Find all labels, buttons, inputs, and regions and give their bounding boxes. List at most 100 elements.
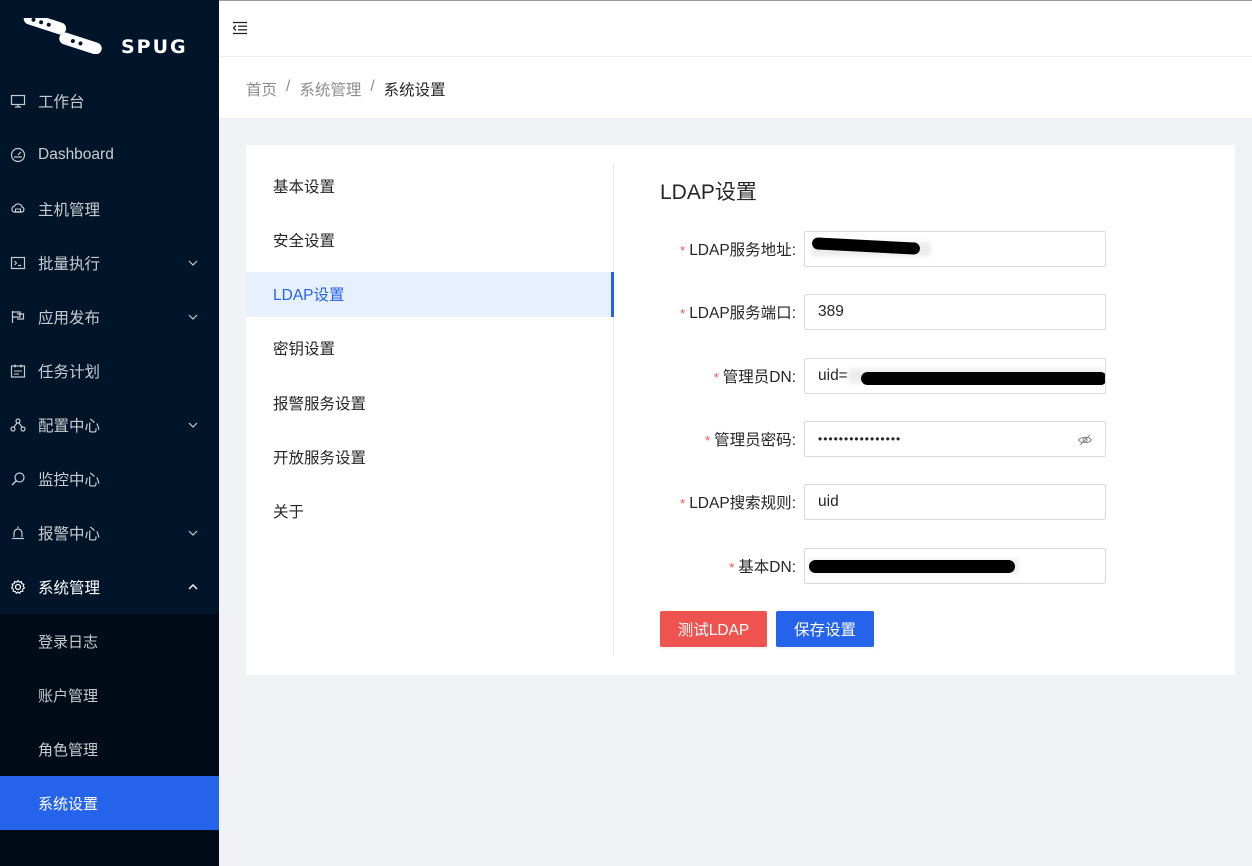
form-label: * 管理员DN: xyxy=(713,369,796,386)
chevron-down-icon xyxy=(188,260,198,266)
sidebar-item-batch-exec[interactable]: 批量执行 xyxy=(0,236,219,290)
settings-card: 基本设置 安全设置 LDAP设置 密钥设置 报警服务设置 开放服务设置 关于 L… xyxy=(246,145,1235,675)
tab-open-service[interactable]: 开放服务设置 xyxy=(246,434,613,479)
form-label: * LDAP服务地址: xyxy=(680,242,796,259)
form-label: * 基本DN: xyxy=(729,559,796,576)
required-mark: * xyxy=(729,560,735,575)
submenu-item-login-log[interactable]: 登录日志 xyxy=(0,614,219,668)
monitor-icon xyxy=(9,470,27,488)
sidebar-item-schedule[interactable]: 任务计划 xyxy=(0,344,219,398)
test-ldap-button[interactable]: 测试LDAP xyxy=(660,611,767,647)
breadcrumb-separator: / xyxy=(370,78,375,95)
app-logo[interactable]: SPUG xyxy=(0,0,219,74)
required-mark: * xyxy=(680,306,686,321)
sidebar-item-label: 任务计划 xyxy=(38,364,101,381)
system-submenu: 登录日志 账户管理 角色管理 系统设置 xyxy=(0,614,219,830)
label-text: 基本DN xyxy=(738,559,792,576)
top-header xyxy=(219,0,1252,56)
alert-icon xyxy=(9,524,27,542)
label-text: LDAP服务地址 xyxy=(689,242,792,259)
breadcrumb-bar: 首页 / 系统管理 / 系统设置 xyxy=(219,56,1252,118)
breadcrumb: 首页 / 系统管理 / 系统设置 xyxy=(246,78,446,100)
form-row-admin-dn: * 管理员DN: uid= xyxy=(626,358,1112,394)
settings-tabs: 基本设置 安全设置 LDAP设置 密钥设置 报警服务设置 开放服务设置 关于 xyxy=(246,163,614,656)
deployment-unit-icon xyxy=(9,416,27,434)
save-settings-button[interactable]: 保存设置 xyxy=(776,611,874,647)
sidebar-item-alarm[interactable]: 报警中心 xyxy=(0,506,219,560)
admin-dn-prefix: uid= xyxy=(818,367,848,384)
ldap-server-input[interactable] xyxy=(804,231,1106,267)
required-mark: * xyxy=(680,496,686,511)
tab-alarm-service[interactable]: 报警服务设置 xyxy=(246,380,613,425)
sidebar-item-label: 报警中心 xyxy=(38,526,101,543)
form-label: * LDAP服务端口: xyxy=(680,305,796,322)
label-text: LDAP服务端口 xyxy=(689,305,792,322)
tab-basic[interactable]: 基本设置 xyxy=(246,163,613,208)
sidebar-item-label: Dashboard xyxy=(38,146,114,163)
logo-text: SPUG xyxy=(121,36,188,58)
sidebar-item-label: 系统管理 xyxy=(38,580,101,597)
label-text: 管理员DN xyxy=(722,369,792,386)
tab-security[interactable]: 安全设置 xyxy=(246,217,613,262)
form-label: * 管理员密码: xyxy=(705,432,796,449)
form-row-admin-password: * 管理员密码: •••••••••••••••• xyxy=(626,421,1112,457)
flag-icon xyxy=(9,308,27,326)
form-row-ldap-port: * LDAP服务端口: xyxy=(626,294,1112,330)
spug-logo-icon xyxy=(23,18,102,54)
breadcrumb-item-system[interactable]: 系统管理 xyxy=(299,78,361,100)
menu-fold-icon[interactable] xyxy=(232,20,248,36)
submenu-item-accounts[interactable]: 账户管理 xyxy=(0,668,219,722)
desktop-icon xyxy=(9,92,27,110)
redacted-value xyxy=(861,372,1105,385)
chevron-down-icon xyxy=(188,422,198,428)
label-text: 管理员密码 xyxy=(714,432,792,449)
sidebar-item-deploy[interactable]: 应用发布 xyxy=(0,290,219,344)
base-dn-input[interactable] xyxy=(804,548,1106,584)
form-row-search-rule: * LDAP搜索规则: xyxy=(626,484,1112,520)
chevron-down-icon xyxy=(188,314,198,320)
form-row-base-dn: * 基本DN: xyxy=(626,548,1112,584)
chevron-up-icon xyxy=(188,584,198,590)
sidebar-item-hosts[interactable]: 主机管理 xyxy=(0,182,219,236)
sidebar-item-config[interactable]: 配置中心 xyxy=(0,398,219,452)
password-mask: •••••••••••••••• xyxy=(818,432,902,446)
tab-about[interactable]: 关于 xyxy=(246,489,613,534)
sidebar-item-monitor[interactable]: 监控中心 xyxy=(0,452,219,506)
tab-ldap[interactable]: LDAP设置 xyxy=(246,271,614,317)
submenu-item-settings[interactable]: 系统设置 xyxy=(0,776,219,830)
ldap-port-field[interactable] xyxy=(818,303,1092,321)
submenu-item-roles[interactable]: 角色管理 xyxy=(0,722,219,776)
search-rule-input[interactable] xyxy=(804,484,1106,520)
code-icon xyxy=(9,254,27,272)
ldap-port-input[interactable] xyxy=(804,294,1106,330)
form-label: * LDAP搜索规则: xyxy=(680,495,796,512)
schedule-icon xyxy=(9,362,27,380)
breadcrumb-item-home[interactable]: 首页 xyxy=(246,78,277,100)
eye-invisible-icon[interactable] xyxy=(1077,432,1093,448)
sidebar-item-workbench[interactable]: 工作台 xyxy=(0,74,219,128)
sidebar-item-label: 工作台 xyxy=(38,94,85,111)
breadcrumb-item-current: 系统设置 xyxy=(383,82,446,99)
required-mark: * xyxy=(680,243,686,258)
form-row-ldap-server: * LDAP服务地址: xyxy=(626,231,1112,267)
search-rule-field[interactable] xyxy=(818,493,1092,511)
sidebar: SPUG 工作台 Dashboard 主机管理 批量执行 应用发布 任务计划 配… xyxy=(0,0,219,866)
sidebar-item-label: 监控中心 xyxy=(38,472,101,489)
cloud-server-icon xyxy=(9,200,27,218)
tab-keys[interactable]: 密钥设置 xyxy=(246,326,613,371)
sidebar-item-system[interactable]: 系统管理 xyxy=(0,560,219,614)
admin-dn-input[interactable]: uid= xyxy=(804,358,1106,394)
admin-password-input[interactable]: •••••••••••••••• xyxy=(804,421,1106,457)
redacted-value xyxy=(809,560,1015,573)
dashboard-icon xyxy=(9,146,27,164)
chevron-down-icon xyxy=(188,530,198,536)
setting-icon xyxy=(9,578,27,596)
label-text: LDAP搜索规则 xyxy=(689,495,792,512)
sidebar-item-dashboard[interactable]: Dashboard xyxy=(0,128,219,182)
sidebar-item-label: 应用发布 xyxy=(38,310,101,327)
sidebar-item-label: 配置中心 xyxy=(38,418,101,435)
required-mark: * xyxy=(713,370,719,385)
sidebar-item-label: 主机管理 xyxy=(38,202,101,219)
sidebar-item-label: 批量执行 xyxy=(38,256,101,273)
breadcrumb-separator: / xyxy=(286,78,291,95)
